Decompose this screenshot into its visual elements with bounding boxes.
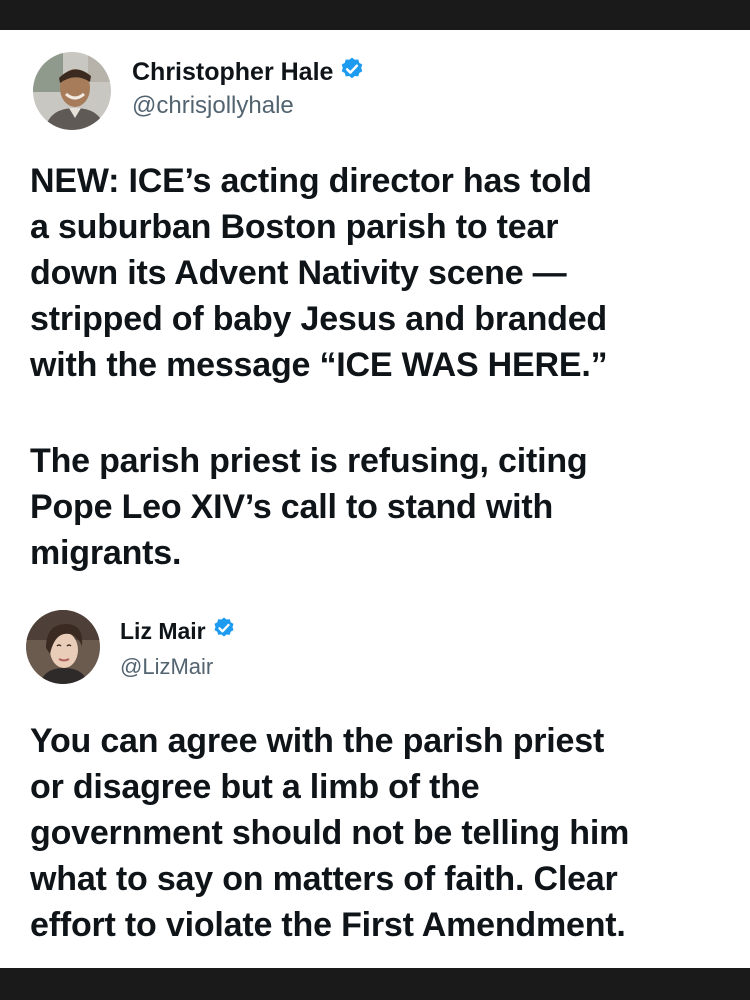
- author-handle[interactable]: @LizMair: [120, 654, 213, 680]
- post-liz-mair: Liz Mair @LizMair You can agree with the…: [0, 608, 750, 944]
- author-name-line[interactable]: Liz Mair: [120, 616, 236, 646]
- text-line: Pope Leo XIV’s call to stand with: [30, 488, 554, 526]
- avatar[interactable]: [33, 52, 111, 130]
- avatar-photo-icon: [26, 610, 100, 684]
- text-line: migrants.: [30, 534, 182, 572]
- avatar-photo-icon: [33, 52, 111, 130]
- screenshot-sheet: Christopher Hale @chrisjollyhale NEW: IC…: [0, 30, 750, 968]
- author-row: Christopher Hale @chrisjollyhale: [0, 52, 750, 142]
- top-frame-bar: [0, 0, 750, 30]
- text-line: down its Advent Nativity scene —: [30, 254, 567, 292]
- post-christopher-hale: Christopher Hale @chrisjollyhale NEW: IC…: [0, 52, 750, 572]
- avatar[interactable]: [26, 610, 100, 684]
- text-line: with the message “ICE WAS HERE.”: [30, 346, 608, 384]
- text-line: a suburban Boston parish to tear: [30, 208, 559, 246]
- text-line: what to say on matters of faith. Clear: [30, 860, 618, 898]
- text-line: or disagree but a limb of the: [30, 768, 480, 806]
- author-name[interactable]: Liz Mair: [120, 618, 206, 645]
- author-name[interactable]: Christopher Hale: [132, 58, 333, 87]
- text-line: NEW: ICE’s acting director has told: [30, 162, 592, 200]
- author-row: Liz Mair @LizMair: [0, 608, 750, 698]
- post-body-paragraph: The parish priest is refusing, citing Po…: [30, 438, 730, 576]
- text-line: The parish priest is refusing, citing: [30, 442, 588, 480]
- text-line: government should not be telling him: [30, 814, 630, 852]
- author-handle[interactable]: @chrisjollyhale: [132, 92, 294, 120]
- text-line: effort to violate the First Amendment.: [30, 906, 626, 944]
- bottom-frame-bar: [0, 968, 750, 1000]
- author-name-line[interactable]: Christopher Hale: [132, 56, 365, 89]
- verified-badge-icon: [212, 616, 236, 646]
- verified-badge-icon: [339, 56, 365, 89]
- text-line: You can agree with the parish priest: [30, 722, 605, 760]
- post-body-paragraph: NEW: ICE’s acting director has told a su…: [30, 158, 730, 388]
- text-line: stripped of baby Jesus and branded: [30, 300, 607, 338]
- post-body-paragraph: You can agree with the parish priest or …: [30, 718, 730, 948]
